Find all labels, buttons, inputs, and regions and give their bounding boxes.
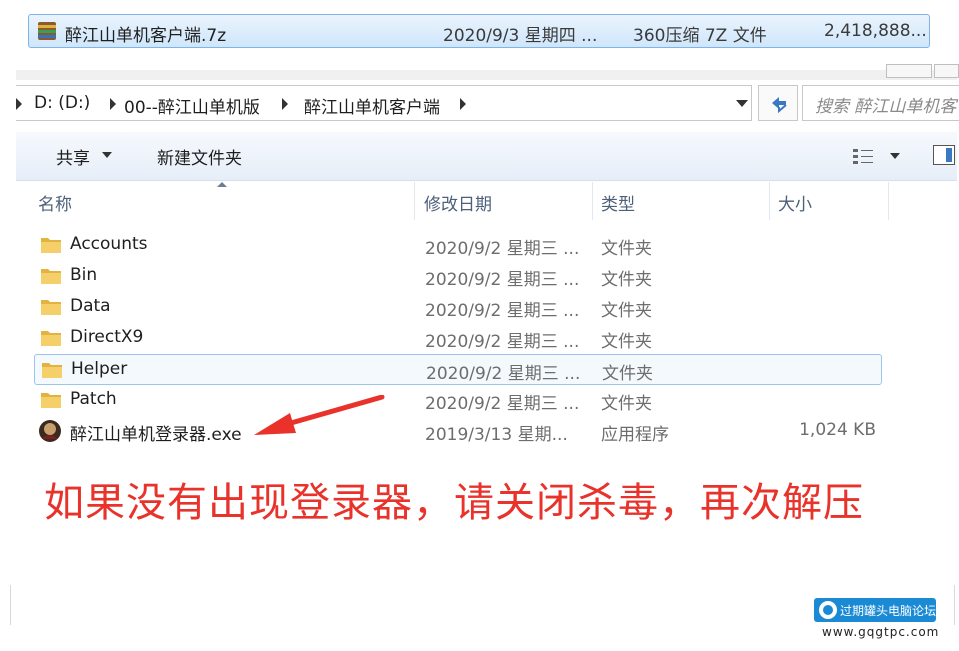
archive-7z-icon xyxy=(38,22,56,40)
file-date: 2020/9/2 星期三 ... xyxy=(426,364,581,384)
file-row-launcher-exe[interactable]: 醉江山单机登录器.exe 2019/3/13 星期... 应用程序 1,024 … xyxy=(34,416,882,447)
file-name: DirectX9 xyxy=(70,327,144,347)
column-divider[interactable] xyxy=(769,182,770,220)
file-type: 文件夹 xyxy=(601,332,652,352)
preview-pane-icon[interactable] xyxy=(933,145,955,165)
file-row-accounts[interactable]: Accounts 2020/9/2 星期三 ... 文件夹 xyxy=(34,230,882,261)
breadcrumb-folder[interactable]: 00--醉江山单机版 xyxy=(124,93,260,118)
file-name: Patch xyxy=(70,389,117,409)
command-toolbar: 共享 新建文件夹 xyxy=(16,132,957,181)
maximize-button[interactable] xyxy=(886,64,932,78)
archive-name: 醉江山单机客户端.7z xyxy=(65,26,227,46)
file-date: 2020/9/2 星期三 ... xyxy=(425,332,580,352)
file-name: Bin xyxy=(70,265,98,285)
window-title-strip xyxy=(16,64,959,80)
breadcrumb-drive[interactable]: D: (D:) xyxy=(34,93,90,113)
panel-border-right xyxy=(954,585,955,625)
folder-icon xyxy=(41,300,61,315)
watermark-badge: 过期罐头电脑论坛 xyxy=(814,598,936,622)
file-date: 2020/9/2 星期三 ... xyxy=(425,394,580,414)
game-launcher-icon xyxy=(39,420,61,442)
chevron-down-icon[interactable] xyxy=(102,152,112,158)
file-row-bin[interactable]: Bin 2020/9/2 星期三 ... 文件夹 xyxy=(34,261,882,292)
file-date: 2020/9/2 星期三 ... xyxy=(425,239,580,259)
file-name: Helper xyxy=(71,359,128,379)
file-name: 醉江山单机登录器.exe xyxy=(70,425,242,445)
column-divider[interactable] xyxy=(414,182,415,220)
new-folder-button[interactable]: 新建文件夹 xyxy=(157,144,242,169)
file-size: 1,024 KB xyxy=(799,420,876,440)
file-name: Accounts xyxy=(70,234,148,254)
breadcrumb-arrow-icon[interactable] xyxy=(282,98,288,110)
file-date: 2020/9/2 星期三 ... xyxy=(425,301,580,321)
close-button[interactable] xyxy=(934,64,959,78)
breadcrumb-arrow-icon[interactable] xyxy=(110,98,116,110)
red-arrow-icon xyxy=(254,395,385,435)
folder-icon xyxy=(41,393,61,408)
red-instruction-text: 如果没有出现登录器，请关闭杀毒，再次解压 xyxy=(44,480,864,526)
column-header-date[interactable]: 修改日期 xyxy=(424,190,492,215)
view-options-icon[interactable] xyxy=(852,147,874,165)
file-row-directx9[interactable]: DirectX9 2020/9/2 星期三 ... 文件夹 xyxy=(34,323,882,354)
file-row-helper[interactable]: Helper 2020/9/2 星期三 ... 文件夹 xyxy=(34,354,882,385)
share-button[interactable]: 共享 xyxy=(56,144,90,169)
watermark-text: 过期罐头电脑论坛 xyxy=(840,604,937,618)
view-dropdown-icon[interactable] xyxy=(890,153,900,159)
column-header-row: 名称 修改日期 类型 大小 xyxy=(16,182,957,220)
archive-type: 360压缩 7Z 文件 xyxy=(633,26,767,46)
file-type: 文件夹 xyxy=(601,239,652,259)
column-header-name[interactable]: 名称 xyxy=(38,190,72,215)
file-type: 应用程序 xyxy=(601,425,669,445)
sort-ascending-icon xyxy=(217,182,227,187)
file-type: 文件夹 xyxy=(601,394,652,414)
folder-icon xyxy=(41,238,61,253)
folder-icon xyxy=(42,363,62,378)
file-type: 文件夹 xyxy=(601,270,652,290)
breadcrumb-arrow-icon[interactable] xyxy=(460,98,466,110)
archive-date: 2020/9/3 星期四 ... xyxy=(443,26,598,46)
search-input[interactable]: 搜索 醉江山单机客 xyxy=(802,85,959,121)
column-header-size[interactable]: 大小 xyxy=(778,190,812,215)
watermark-url: www.gqgtpc.com xyxy=(822,625,940,639)
address-dropdown-icon[interactable] xyxy=(736,100,748,107)
panel-border-left xyxy=(10,585,11,625)
file-date: 2019/3/13 星期... xyxy=(425,425,568,445)
column-header-type[interactable]: 类型 xyxy=(601,190,635,215)
archive-size: 2,418,888... xyxy=(824,21,927,41)
address-bar[interactable]: D: (D:) 00--醉江山单机版 醉江山单机客户端 xyxy=(16,85,752,121)
breadcrumb-current[interactable]: 醉江山单机客户端 xyxy=(304,93,440,118)
file-date: 2020/9/2 星期三 ... xyxy=(425,270,580,290)
file-type: 文件夹 xyxy=(602,364,653,384)
column-divider[interactable] xyxy=(592,182,593,220)
folder-icon xyxy=(41,331,61,346)
folder-icon xyxy=(41,269,61,284)
file-row-patch[interactable]: Patch 2020/9/2 星期三 ... 文件夹 xyxy=(34,385,882,416)
refresh-button[interactable] xyxy=(758,85,798,121)
file-type: 文件夹 xyxy=(601,301,652,321)
file-name: Data xyxy=(70,296,111,316)
forum-logo-icon xyxy=(819,601,837,619)
breadcrumb-arrow-icon[interactable] xyxy=(16,98,22,110)
archive-file-row[interactable]: 醉江山单机客户端.7z 2020/9/3 星期四 ... 360压缩 7Z 文件… xyxy=(28,14,930,48)
file-row-data[interactable]: Data 2020/9/2 星期三 ... 文件夹 xyxy=(34,292,882,323)
column-divider[interactable] xyxy=(888,182,889,220)
refresh-icon xyxy=(772,97,787,113)
